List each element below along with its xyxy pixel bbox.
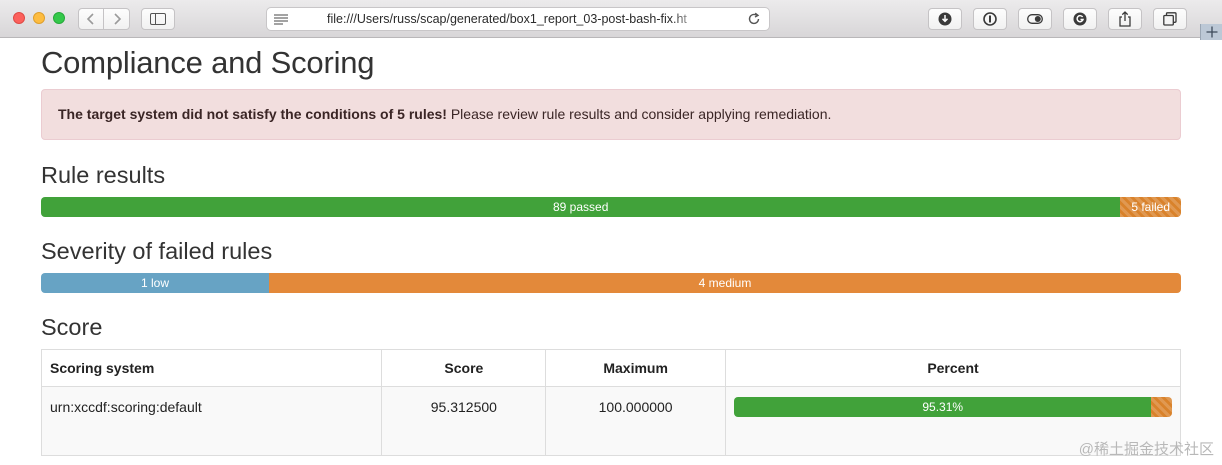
tabs-icon — [1163, 12, 1177, 26]
forward-button[interactable] — [104, 8, 130, 30]
browser-toolbar: file:///Users/russ/scap/generated/box1_r… — [0, 0, 1222, 40]
download-icon — [938, 12, 952, 26]
low-severity-segment: 1 low — [41, 273, 269, 293]
percent-passed-segment: 95.31% — [734, 397, 1152, 417]
percent-remaining-segment — [1151, 397, 1172, 417]
score-table-header: Scoring system Score Maximum Percent — [40, 349, 1181, 387]
zoom-window-button[interactable] — [53, 12, 65, 24]
scoring-system-cell: urn:xccdf:scoring:default — [40, 386, 383, 456]
chevron-left-icon — [86, 13, 94, 25]
new-tab-button[interactable] — [1200, 24, 1222, 40]
score-cell: 95.312500 — [381, 386, 547, 456]
back-button[interactable] — [78, 8, 104, 30]
address-bar[interactable]: file:///Users/russ/scap/generated/box1_r… — [266, 7, 770, 31]
alert-text: Please review rule results and consider … — [446, 106, 832, 122]
password-icon — [983, 12, 997, 26]
column-header: Percent — [725, 349, 1181, 387]
percent-bar: 95.31% — [734, 397, 1172, 417]
plus-icon — [1206, 26, 1217, 38]
close-window-button[interactable] — [13, 12, 25, 24]
page-title: Compliance and Scoring — [41, 45, 375, 80]
alert-bold-text: The target system did not satisfy the co… — [58, 106, 447, 122]
sidebar-toggle-button[interactable] — [141, 8, 175, 30]
chevron-right-icon — [113, 13, 121, 25]
watermark: @稀土掘金技术社区 — [1078, 441, 1214, 458]
passed-segment: 89 passed — [41, 197, 1121, 217]
rule-results-bar: 89 passed 5 failed — [41, 197, 1181, 217]
failed-segment: 5 failed — [1120, 197, 1181, 217]
failure-alert: The target system did not satisfy the co… — [41, 89, 1181, 140]
grammarly-button[interactable] — [1063, 8, 1097, 30]
medium-severity-segment: 4 medium — [269, 273, 1181, 293]
minimize-window-button[interactable] — [33, 12, 45, 24]
column-header: Maximum — [545, 349, 726, 387]
toggle-extension-button[interactable] — [1018, 8, 1052, 30]
severity-heading: Severity of failed rules — [41, 238, 273, 264]
tab-overview-button[interactable] — [1153, 8, 1187, 30]
url-text: file:///Users/russ/scap/generated/box1_r… — [327, 12, 687, 26]
reader-icon — [274, 14, 288, 25]
navigation-buttons — [78, 8, 130, 30]
toggle-icon — [1027, 14, 1043, 24]
rule-results-heading: Rule results — [41, 162, 166, 188]
sidebar-icon — [150, 13, 166, 25]
column-header: Score — [381, 349, 547, 387]
share-button[interactable] — [1108, 8, 1142, 30]
severity-bar: 1 low 4 medium — [41, 273, 1181, 293]
reload-icon[interactable] — [747, 12, 761, 26]
password-manager-button[interactable] — [973, 8, 1007, 30]
score-table: Scoring system Score Maximum Percent urn… — [40, 349, 1181, 456]
column-header: Scoring system — [40, 349, 383, 387]
table-row: urn:xccdf:scoring:default 95.312500 100.… — [40, 386, 1181, 456]
grammarly-icon — [1073, 12, 1087, 26]
score-heading: Score — [41, 314, 103, 340]
share-icon — [1119, 11, 1131, 27]
downloads-button[interactable] — [928, 8, 962, 30]
maximum-cell: 100.000000 — [545, 386, 726, 456]
